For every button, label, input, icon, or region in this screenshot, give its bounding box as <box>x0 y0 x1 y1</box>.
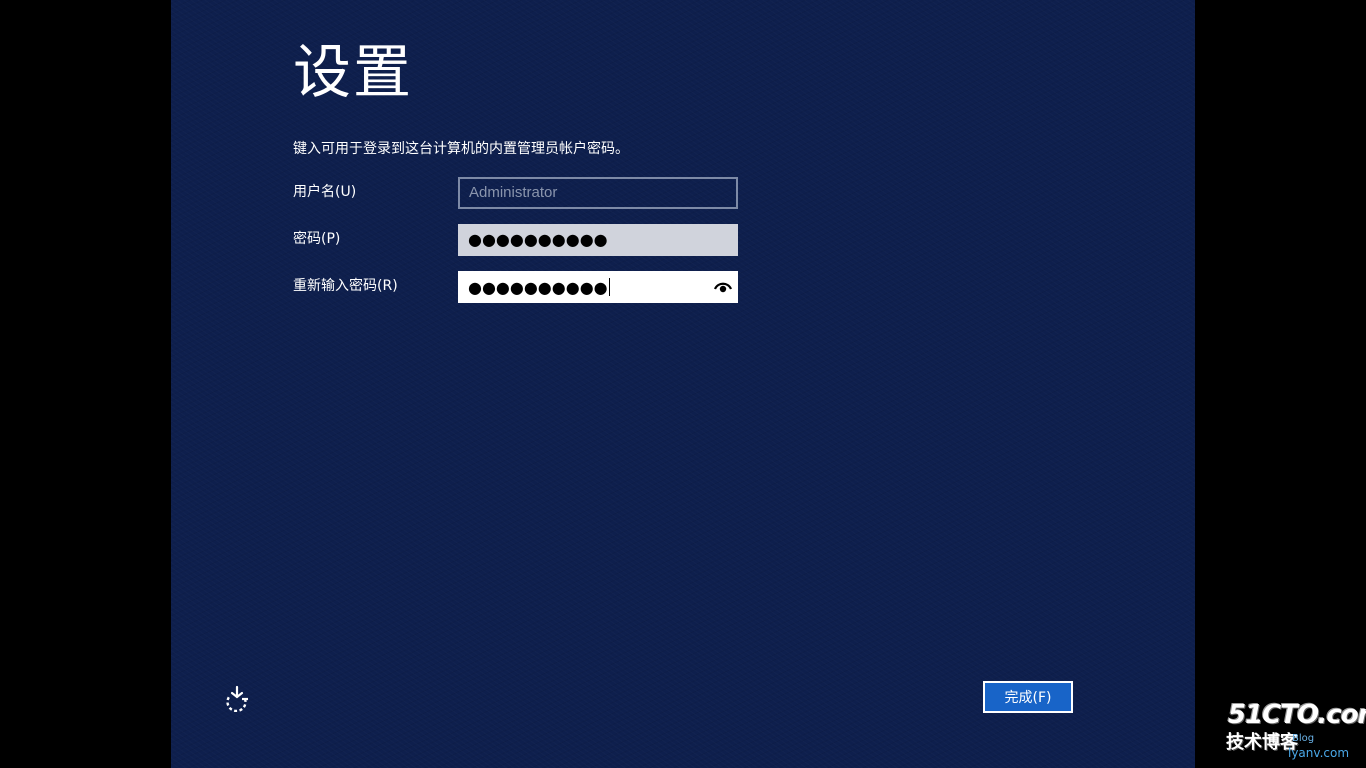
username-label: 用户名(U) <box>293 184 357 200</box>
page-title: 设置 <box>293 38 414 106</box>
watermark-logo: 51CTO.com 技术博客 Blog lyanv.com <box>1226 700 1366 762</box>
watermark-site-text: lyanv.com <box>1288 746 1350 760</box>
confirm-password-value: ●●●●●●●●●● <box>468 278 610 297</box>
confirm-password-label: 重新输入密码(R) <box>293 278 398 294</box>
eye-icon[interactable] <box>713 279 733 295</box>
password-label: 密码(P) <box>293 231 341 247</box>
instruction-text: 键入可用于登录到这台计算机的内置管理员帐户密码。 <box>293 141 629 157</box>
password-field[interactable]: ●●●●●●●●●● <box>458 224 738 256</box>
finish-button[interactable]: 完成(F) <box>983 681 1073 713</box>
text-caret <box>608 278 610 296</box>
setup-screen: 设置 键入可用于登录到这台计算机的内置管理员帐户密码。 用户名(U) Admin… <box>171 0 1195 768</box>
watermark-main-text: 51CTO.com <box>1228 700 1366 730</box>
password-mask: ●●●●●●●●●● <box>468 230 608 249</box>
watermark-tag-text: Blog <box>1292 733 1315 744</box>
confirm-password-field[interactable]: ●●●●●●●●●● <box>458 271 738 303</box>
confirm-password-mask: ●●●●●●●●●● <box>468 278 608 297</box>
ease-of-access-icon[interactable] <box>223 684 251 713</box>
username-field: Administrator <box>458 177 738 209</box>
